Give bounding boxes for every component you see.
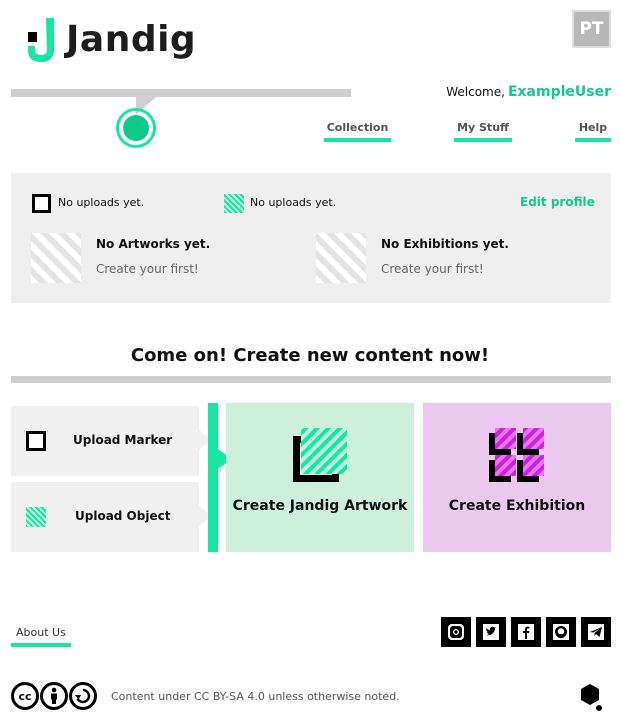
- exhibition-placeholder-icon: [316, 233, 366, 283]
- upload-object-button[interactable]: Upload Object: [11, 482, 213, 552]
- welcome-message: Welcome, ExampleUser: [446, 84, 611, 100]
- object-icon: [224, 194, 244, 213]
- nav-collection[interactable]: Collection: [324, 121, 391, 142]
- telegram-icon[interactable]: [581, 617, 611, 647]
- objects-status: No uploads yet.: [250, 196, 337, 209]
- github-icon[interactable]: [546, 617, 576, 647]
- hexagon-logo-icon: [581, 684, 602, 711]
- language-switch-button[interactable]: PT: [572, 10, 611, 48]
- artwork-placeholder-icon: [31, 233, 81, 283]
- upload-object-label: Upload Object: [75, 509, 171, 523]
- create-heading: Come on! Create new content now!: [130, 345, 490, 366]
- upload-marker-button[interactable]: Upload Marker: [11, 406, 213, 476]
- logo-mark-icon: [28, 18, 54, 62]
- artworks-create-first[interactable]: Create your first!: [96, 262, 199, 276]
- create-exhibition-button[interactable]: Create Exhibition: [423, 403, 611, 552]
- markers-status: No uploads yet.: [58, 196, 145, 209]
- nav-my-stuff[interactable]: My Stuff: [454, 121, 512, 142]
- create-divider: [11, 376, 611, 383]
- instagram-icon[interactable]: [441, 617, 471, 647]
- creative-commons-badge[interactable]: cc: [11, 682, 98, 710]
- artwork-icon: [293, 428, 347, 482]
- share-alike-icon: [69, 682, 97, 710]
- create-exhibition-label: Create Exhibition: [448, 498, 586, 514]
- by-attribution-icon: [40, 682, 68, 710]
- upload-marker-label: Upload Marker: [73, 433, 173, 447]
- exhibitions-create-first[interactable]: Create your first!: [381, 262, 484, 276]
- marker-icon: [26, 431, 46, 451]
- exhibitions-empty-title: No Exhibitions yet.: [381, 237, 509, 251]
- create-artwork-label: Create Jandig Artwork: [232, 498, 408, 514]
- cc-icon: cc: [11, 682, 39, 710]
- edit-profile-link[interactable]: Edit profile: [520, 195, 595, 209]
- facebook-icon[interactable]: [511, 617, 541, 647]
- license-text: Content under CC BY-SA 4.0 unless otherw…: [111, 690, 400, 703]
- object-icon: [26, 507, 46, 527]
- twitter-icon[interactable]: [476, 617, 506, 647]
- create-accent-bar: [208, 403, 218, 552]
- nav-help[interactable]: Help: [575, 121, 611, 142]
- create-artwork-button[interactable]: Create Jandig Artwork: [226, 403, 414, 552]
- jandig-logo[interactable]: Jandig: [24, 16, 196, 64]
- welcome-label: Welcome,: [446, 85, 505, 99]
- exhibition-icon: [489, 428, 544, 482]
- header-divider: [11, 89, 351, 97]
- username[interactable]: ExampleUser: [508, 84, 611, 100]
- logo-text: Jandig: [66, 19, 197, 60]
- marker-icon: [32, 194, 51, 213]
- user-indicator-icon: [116, 108, 156, 148]
- about-us-link[interactable]: About Us: [11, 626, 71, 647]
- artworks-empty-title: No Artworks yet.: [96, 237, 211, 251]
